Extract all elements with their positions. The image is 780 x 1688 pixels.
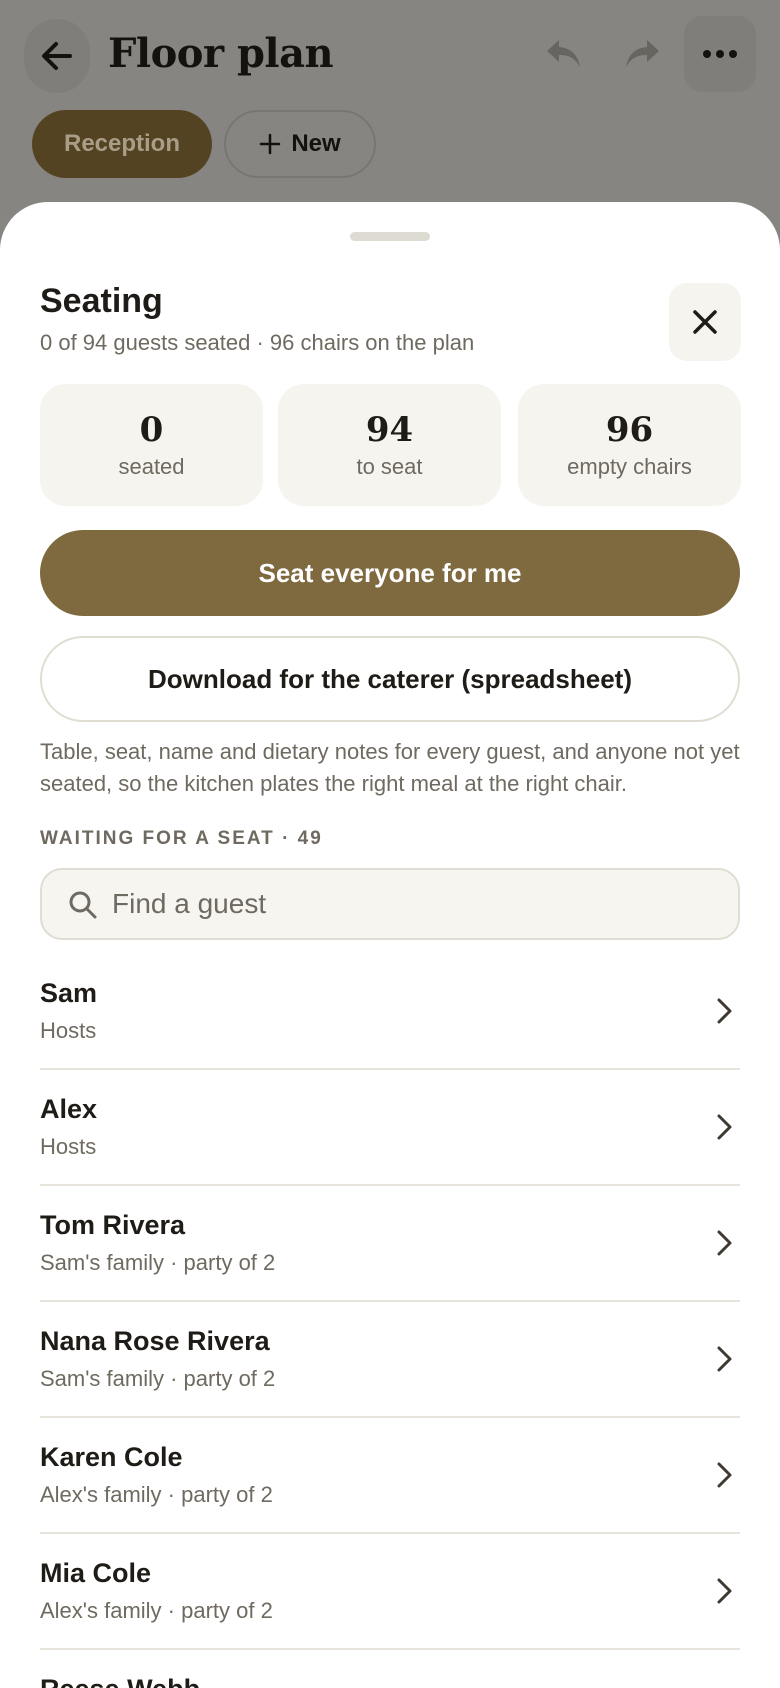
sheet-subtitle: 0 of 94 guests seated · 96 chairs on the… <box>40 330 475 355</box>
more-button[interactable] <box>684 16 756 92</box>
plus-icon <box>260 133 281 155</box>
chevron-right-icon <box>717 1346 732 1372</box>
redo-icon <box>626 40 659 67</box>
search-input[interactable] <box>112 870 712 938</box>
guest-name: Mia Cole <box>40 1558 152 1588</box>
new-plan-label: New <box>291 130 341 157</box>
chevron-right-icon <box>717 1114 732 1140</box>
guest-group: Hosts <box>40 1134 97 1159</box>
guest-row[interactable]: Karen Cole Alex's family · party of 2 <box>40 1418 740 1534</box>
guest-list: Sam Hosts Alex Hosts Tom Rivera Sam's fa… <box>40 954 740 1688</box>
sheet-title: Seating <box>40 282 163 320</box>
top-bar: Floor plan <box>0 0 780 110</box>
guest-name: Tom Rivera <box>40 1210 186 1240</box>
guest-group: Sam's family · party of 2 <box>40 1366 276 1391</box>
seat-everyone-button[interactable]: Seat everyone for me <box>40 530 740 616</box>
undo-icon <box>547 40 580 67</box>
download-help-text: Table, seat, name and dietary notes for … <box>40 739 740 796</box>
arrow-left-icon <box>42 42 72 70</box>
guest-row[interactable]: Reese Webb <box>40 1650 740 1688</box>
guest-group: Sam's family · party of 2 <box>40 1250 276 1275</box>
stat-to-seat: 94 to seat <box>278 384 501 506</box>
guest-name: Karen Cole <box>40 1442 183 1472</box>
tab-reception-label: Reception <box>63 130 180 157</box>
stat-value: 94 <box>365 410 414 450</box>
stat-value: 96 <box>605 410 654 450</box>
guest-row[interactable]: Nana Rose Rivera Sam's family · party of… <box>40 1302 740 1418</box>
stat-label: empty chairs <box>567 454 692 479</box>
stat-empty-chairs: 96 empty chairs <box>518 384 741 506</box>
more-dots-icon <box>703 50 737 58</box>
seating-sheet: Seating 0 of 94 guests seated · 96 chair… <box>0 202 780 1688</box>
new-plan-button[interactable]: New <box>224 110 376 178</box>
waiting-section-label: WAITING FOR A SEAT · 49 <box>40 828 323 849</box>
guest-row[interactable]: Alex Hosts <box>40 1070 740 1186</box>
close-button[interactable] <box>669 283 741 361</box>
chevron-right-icon <box>717 1462 732 1488</box>
stat-label: seated <box>118 454 185 479</box>
stat-label: to seat <box>356 454 423 479</box>
guest-group: Alex's family · party of 2 <box>40 1598 273 1623</box>
guest-row[interactable]: Tom Rivera Sam's family · party of 2 <box>40 1186 740 1302</box>
chevron-right-icon <box>717 1578 732 1604</box>
guest-row[interactable]: Sam Hosts <box>40 954 740 1070</box>
guest-row[interactable]: Mia Cole Alex's family · party of 2 <box>40 1534 740 1650</box>
stat-value: 0 <box>139 410 164 450</box>
sheet-drag-handle[interactable] <box>350 232 430 241</box>
guest-name: Reese Webb <box>40 1674 200 1688</box>
tab-reception[interactable]: Reception <box>32 110 212 178</box>
guest-name: Alex <box>40 1094 98 1124</box>
back-button[interactable] <box>24 19 90 93</box>
guest-name: Nana Rose Rivera <box>40 1326 270 1356</box>
chevron-right-icon <box>717 998 732 1024</box>
guest-group: Alex's family · party of 2 <box>40 1482 273 1507</box>
undo-button[interactable] <box>536 26 592 82</box>
page-title: Floor plan <box>108 30 334 77</box>
redo-button[interactable] <box>614 26 670 82</box>
stat-seated: 0 seated <box>40 384 263 506</box>
search-icon <box>69 891 97 919</box>
guest-group: Hosts <box>40 1018 97 1043</box>
close-icon <box>693 310 717 334</box>
download-caterer-button[interactable]: Download for the caterer (spreadsheet) <box>40 636 740 722</box>
chevron-right-icon <box>717 1230 732 1256</box>
guest-name: Sam <box>40 978 98 1008</box>
guest-search[interactable] <box>40 868 740 940</box>
